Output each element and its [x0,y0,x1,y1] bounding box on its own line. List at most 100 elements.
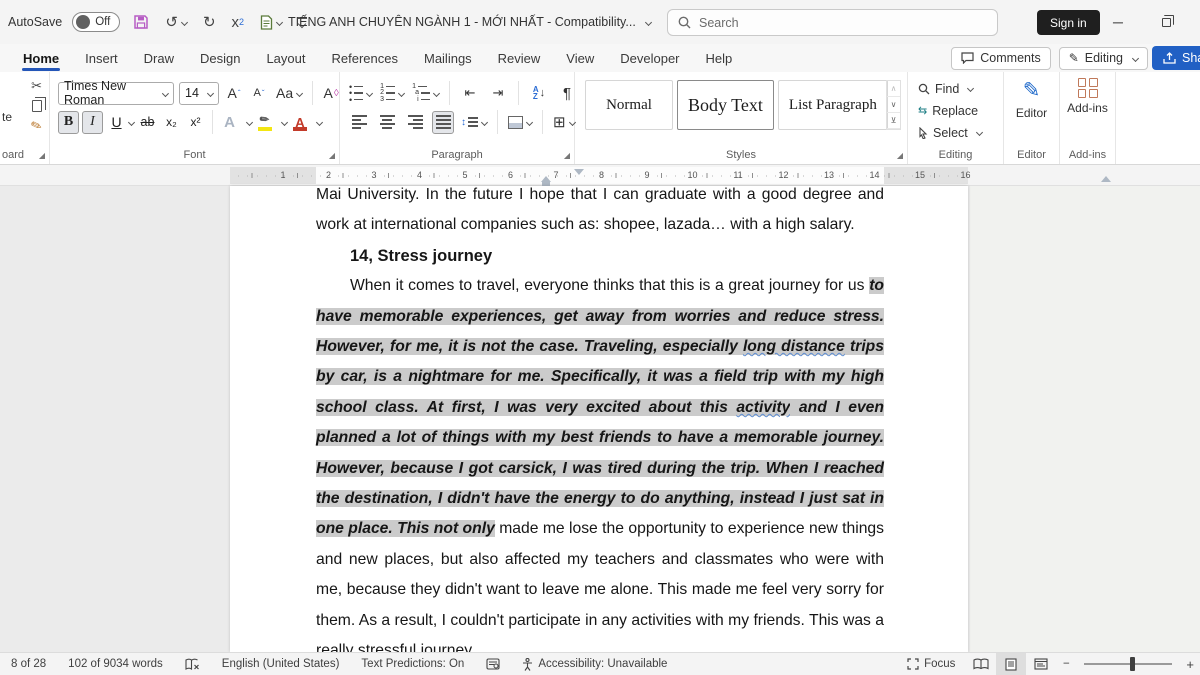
right-indent-marker[interactable] [1101,176,1111,182]
borders-button[interactable]: ⊞ [552,111,576,134]
italic-button[interactable]: I [82,111,103,134]
focus-mode-button[interactable]: Focus [896,653,966,675]
style-normal[interactable]: Normal [585,80,673,130]
text-predictions[interactable]: Text Predictions: On [350,653,475,675]
paste-button-partial[interactable]: te [2,110,12,124]
tab-design[interactable]: Design [187,44,253,72]
multilevel-list-button[interactable]: 1ai [411,82,440,105]
dialog-launcher-icon[interactable]: ◢ [564,151,570,160]
grammar-suggestion[interactable]: long distance [743,338,845,355]
document-text[interactable]: Mai University. In the future I hope tha… [316,186,884,652]
highlight-color-button[interactable]: ✎ [255,111,275,134]
undo-icon[interactable]: ↺ [162,8,190,36]
tab-review[interactable]: Review [485,44,554,72]
sign-in-button[interactable]: Sign in [1037,10,1100,35]
clear-formatting-button[interactable]: A◊ [321,82,341,104]
word-count[interactable]: 102 of 9034 words [57,653,174,675]
save-icon[interactable] [130,8,152,36]
proofing-icon[interactable] [174,653,211,675]
tab-insert[interactable]: Insert [72,44,131,72]
justify-button[interactable] [432,111,454,134]
tab-view[interactable]: View [553,44,607,72]
dialog-launcher-icon[interactable]: ◢ [329,151,335,160]
dialog-launcher-icon[interactable]: ◢ [897,151,903,160]
grammar-suggestion[interactable]: really stressful [316,642,416,652]
print-layout-button[interactable] [996,653,1026,675]
paste-qat-icon[interactable] [257,8,285,36]
editing-mode-button[interactable]: ✎ Editing [1059,47,1148,70]
strikethrough-button[interactable]: ab [137,111,158,134]
zoom-slider[interactable] [1084,663,1172,665]
font-family-select[interactable]: Times New Roman [58,82,174,105]
style-body-text[interactable]: Body Text [677,80,774,130]
format-painter-icon[interactable]: ✎ [29,117,45,136]
dialog-launcher-icon[interactable]: ◢ [39,151,45,160]
tab-help[interactable]: Help [693,44,746,72]
zoom-out-button[interactable]: − [1056,653,1076,675]
subscript-button[interactable]: x₂ [161,111,182,134]
font-color-button[interactable]: A [290,111,310,134]
minimize-button[interactable]: ─ [1098,0,1138,44]
first-line-indent-marker[interactable] [574,169,584,175]
tab-references[interactable]: References [319,44,411,72]
document-title[interactable]: TIẾNG ANH CHUYÊN NGÀNH 1 - MỚI NHẤT - Co… [288,0,651,44]
chevron-down-icon[interactable] [246,118,253,125]
shrink-font-button[interactable]: Aˇ [249,82,269,104]
chevron-down-icon[interactable] [128,118,135,125]
tab-home[interactable]: Home [10,44,72,72]
font-size-select[interactable]: 14 [179,82,219,105]
align-center-button[interactable] [376,111,398,134]
autosaved-icon[interactable] [475,653,511,675]
comments-button[interactable]: Comments [951,47,1050,70]
decrease-indent-button[interactable]: ⇤ [459,82,481,105]
select-button[interactable]: Select [918,124,982,141]
grow-font-button[interactable]: Aˆ [224,82,244,104]
search-input[interactable]: Search [667,9,998,36]
copy-icon[interactable] [32,100,42,112]
page-indicator[interactable]: 8 of 28 [0,653,57,675]
line-spacing-button[interactable]: ↕ [460,111,488,134]
autosave-toggle[interactable]: Off [72,12,120,32]
underline-button[interactable]: U [106,111,127,134]
align-left-button[interactable] [348,111,370,134]
replace-button[interactable]: ⇆ Replace [918,102,982,119]
shading-button[interactable] [507,111,533,134]
tab-mailings[interactable]: Mailings [411,44,485,72]
numbering-button[interactable]: 123 [379,82,405,105]
chevron-down-icon[interactable] [316,118,323,125]
read-mode-button[interactable] [966,653,996,675]
text-effects-button[interactable]: A [219,111,240,134]
increase-indent-button[interactable]: ⇥ [487,82,509,105]
tab-layout[interactable]: Layout [253,44,318,72]
restore-button[interactable] [1146,0,1186,44]
chevron-down-icon[interactable] [281,118,288,125]
document-page[interactable]: Mai University. In the future I hope tha… [230,186,968,652]
horizontal-ruler[interactable]: ⌐ 12345678910111213141516 [0,165,1200,186]
zoom-in-button[interactable]: + [1180,657,1200,672]
tab-draw[interactable]: Draw [131,44,187,72]
style-list-paragraph[interactable]: List Paragraph [778,80,888,130]
redo-icon[interactable]: ↻ [200,8,219,36]
share-button[interactable]: Share [1152,46,1200,70]
tab-developer[interactable]: Developer [607,44,692,72]
subscript-qat-icon[interactable]: x2 [229,8,248,36]
cut-icon[interactable]: ✂ [31,78,42,94]
sort-button[interactable]: AZ↓ [528,82,550,105]
styles-scroll-down-icon[interactable]: ∨ [887,97,900,113]
addins-button[interactable]: Add-ins [1060,78,1115,115]
align-right-button[interactable] [404,111,426,134]
language-indicator[interactable]: English (United States) [211,653,351,675]
zoom-slider-thumb[interactable] [1130,657,1135,671]
find-button[interactable]: Find [918,80,982,97]
superscript-button[interactable]: x² [185,111,206,134]
accessibility-status[interactable]: Accessibility: Unavailable [511,653,678,675]
styles-more-icon[interactable]: ⊻ [887,113,900,129]
grammar-suggestion[interactable]: activity [736,399,790,416]
bullets-button[interactable]: ••• [348,82,373,105]
web-layout-button[interactable] [1026,653,1056,675]
styles-scroll-up-icon[interactable]: ∧ [887,81,900,97]
styles-scroll[interactable]: ∧ ∨ ⊻ [886,80,901,130]
editor-button[interactable]: ✎ Editor [1004,78,1059,120]
bold-button[interactable]: B [58,111,79,134]
change-case-button[interactable]: Aa [274,82,304,104]
